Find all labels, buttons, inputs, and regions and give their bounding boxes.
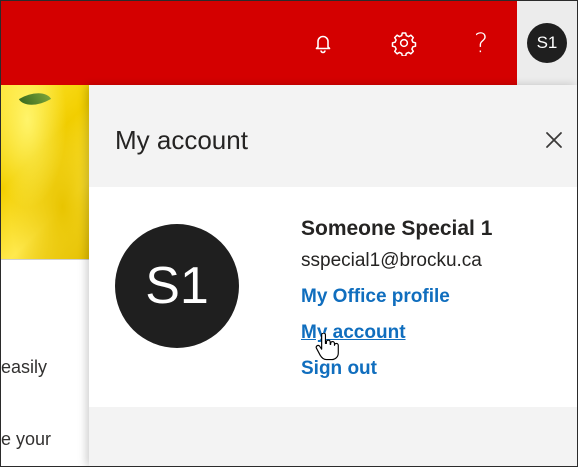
- panel-header: My account: [89, 85, 577, 187]
- sign-out-link[interactable]: Sign out: [301, 358, 377, 380]
- gear-icon: [391, 32, 417, 56]
- suite-header: ? S1: [1, 1, 577, 85]
- leaf-decoration: [18, 85, 52, 113]
- app-window: ? S1 easily e your My account S1 Someone…: [0, 0, 578, 467]
- close-icon: [546, 132, 562, 148]
- profile-avatar: S1: [115, 224, 239, 348]
- background-text-line: easily: [1, 357, 48, 377]
- divider: [1, 259, 89, 260]
- background-banner-image: [1, 85, 89, 259]
- background-text-line: e your: [1, 429, 52, 449]
- close-button[interactable]: [541, 127, 567, 153]
- settings-button[interactable]: [376, 1, 432, 85]
- my-office-profile-link[interactable]: My Office profile: [301, 286, 450, 308]
- account-panel: My account S1 Someone Special 1 sspecial…: [89, 85, 577, 466]
- bell-icon: [315, 35, 331, 54]
- help-button[interactable]: ?: [453, 1, 509, 85]
- avatar: S1: [527, 23, 567, 63]
- help-icon: ?: [473, 27, 489, 59]
- account-manager-button[interactable]: S1: [517, 1, 577, 85]
- panel-title: My account: [115, 125, 248, 155]
- account-card: S1 Someone Special 1 sspecial1@brocku.ca…: [89, 187, 577, 407]
- my-account-link[interactable]: My account: [301, 322, 406, 344]
- notifications-button[interactable]: [295, 1, 351, 85]
- user-name: Someone Special 1: [301, 217, 493, 240]
- user-email: sspecial1@brocku.ca: [301, 250, 482, 271]
